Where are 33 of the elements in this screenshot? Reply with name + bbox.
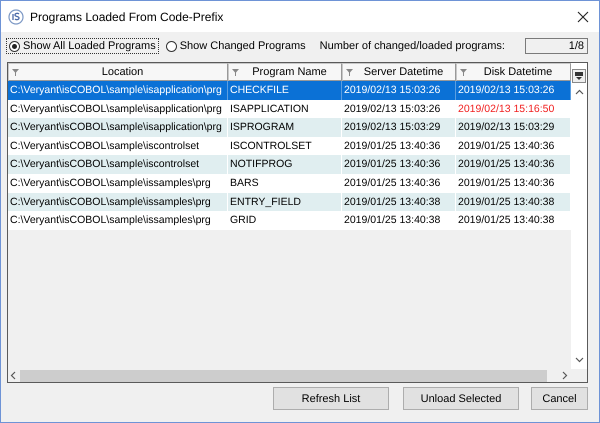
table-row[interactable]: C:\Veryant\isCOBOL\sample\issamples\prg GRID 2019/01/25 13:40:38 2019/01/25 13:40:38 — [8, 211, 571, 230]
table-cell: GRID — [228, 211, 342, 230]
column-header[interactable]: Disk Datetime — [456, 63, 571, 81]
filter-icon[interactable] — [346, 68, 353, 76]
column-header[interactable]: Server Datetime — [342, 63, 456, 81]
table-row[interactable]: C:\Veryant\isCOBOL\sample\iscontrolset NOTIFPROG 2019/01/25 13:40:36 2019/01/25 13:40:36 — [8, 155, 571, 174]
vertical-scrollbar[interactable] — [571, 63, 587, 369]
table-row[interactable]: C:\Veryant\isCOBOL\sample\iscontrolset ISCONTROLSET 2019/01/25 13:40:36 2019/01/25 13:40:36 — [8, 136, 571, 156]
count-field: 1/8 — [524, 38, 588, 54]
table-cell: C:\Veryant\isCOBOL\sample\issamples\prg — [8, 211, 228, 230]
filter-icon[interactable] — [460, 68, 467, 76]
radio-option[interactable]: Show Changed Programs — [164, 39, 308, 53]
column-header[interactable]: Program Name — [228, 63, 342, 81]
window-title: Programs Loaded From Code-Prefix — [30, 10, 224, 24]
table-row[interactable]: C:\Veryant\isCOBOL\sample\isapplication\prg ISPROGRAM 2019/02/13 15:03:29 2019/02/13 15:03:29 — [8, 118, 571, 137]
table-row[interactable]: C:\Veryant\isCOBOL\sample\issamples\prg ENTRY_FIELD 2019/01/25 13:40:38 2019/01/25 13:40:38 — [8, 192, 571, 212]
dialog-button[interactable]: Unload Selected — [403, 387, 519, 410]
table-row[interactable]: C:\Veryant\isCOBOL\sample\isapplication\prg CHECKFILE 2019/02/13 15:03:26 2019/02/13 15:03:26 — [8, 81, 571, 100]
column-header[interactable]: Location — [8, 63, 228, 81]
count-label: Number of changed/loaded programs: — [320, 40, 505, 52]
scroll-down-icon[interactable] — [574, 357, 584, 363]
close-button[interactable] — [575, 8, 591, 24]
dialog-button[interactable]: Refresh List — [273, 387, 389, 410]
table-row[interactable]: C:\Veryant\isCOBOL\sample\issamples\prg BARS 2019/01/25 13:40:36 2019/01/25 13:40:36 — [8, 174, 571, 193]
app-logo-icon — [8, 8, 24, 24]
table-cell: 2019/01/25 13:40:38 — [342, 211, 456, 230]
filter-icon[interactable] — [12, 68, 19, 76]
scroll-up-icon[interactable] — [574, 89, 584, 95]
filter-icon[interactable] — [232, 68, 239, 76]
radio-option[interactable]: Show All Loaded Programs — [7, 39, 158, 53]
table-row[interactable]: C:\Veryant\isCOBOL\sample\isapplication\prg ISAPPLICATION 2019/02/13 15:03:26 2019/02/13 15:16:50 — [8, 100, 571, 118]
dialog-button[interactable]: Cancel — [531, 387, 588, 410]
column-menu-icon[interactable] — [572, 69, 586, 83]
